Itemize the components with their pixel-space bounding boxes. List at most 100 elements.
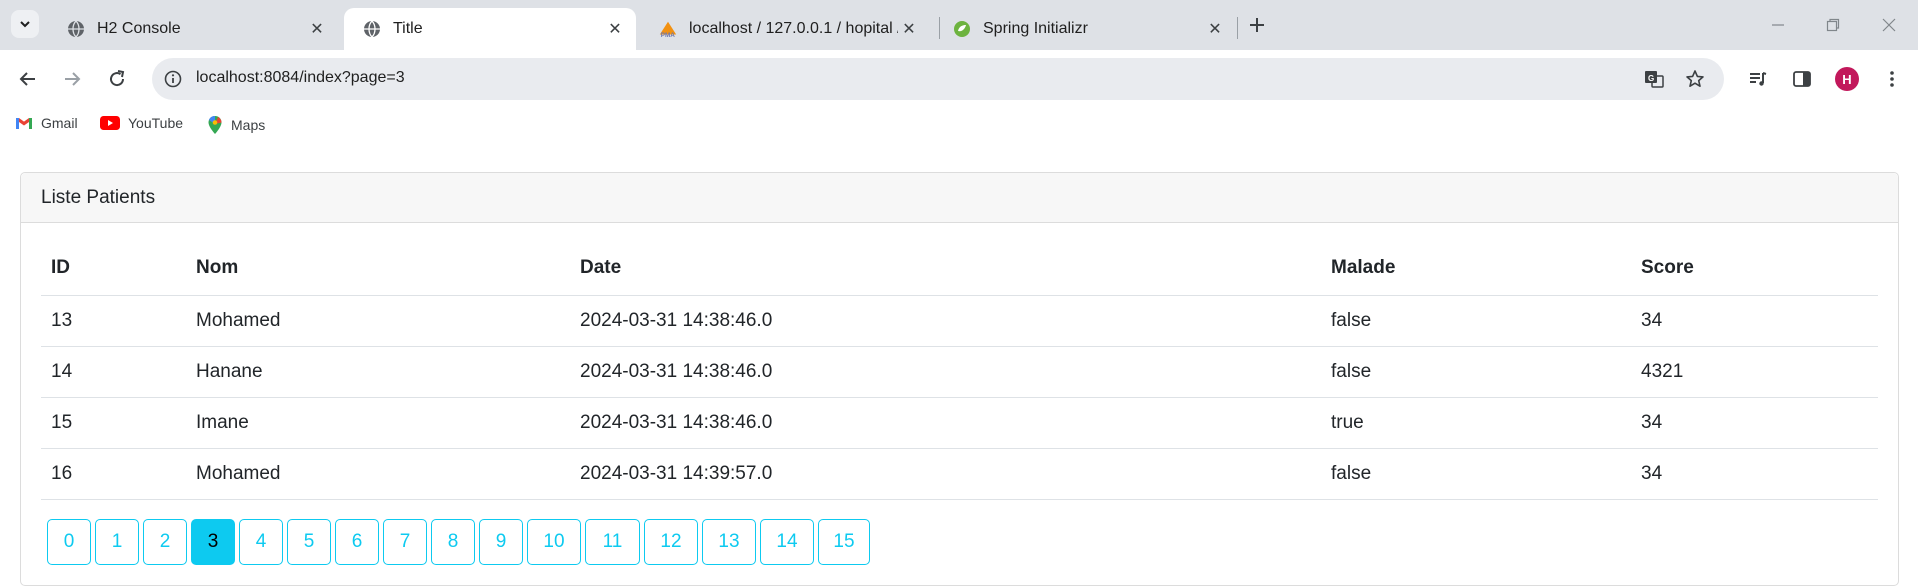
tab-label: localhost / 127.0.0.1 / hopital / ¡ (689, 20, 898, 37)
page-link-11[interactable]: 11 (585, 519, 640, 565)
media-queue-icon (1750, 72, 1767, 86)
bookmark-label: Gmail (41, 115, 78, 131)
close-icon (1882, 18, 1896, 32)
cell-score: 4321 (1631, 346, 1878, 398)
cell-date: 2024-03-31 14:39:57.0 (570, 448, 1321, 500)
restore-button[interactable] (1820, 12, 1846, 38)
cell-id: 16 (41, 448, 186, 500)
arrow-right-icon (65, 72, 81, 86)
column-header-id: ID (41, 241, 186, 296)
youtube-icon (100, 116, 120, 130)
cell-date: 2024-03-31 14:38:46.0 (570, 397, 1321, 449)
tab-separator (1237, 17, 1238, 39)
page-link-6[interactable]: 6 (335, 519, 379, 565)
table-row: 13 Mohamed 2024-03-31 14:38:46.0 false 3… (41, 295, 1878, 347)
cell-date: 2024-03-31 14:38:46.0 (570, 346, 1321, 398)
cell-id: 13 (41, 295, 186, 347)
page-link-15[interactable]: 15 (818, 519, 870, 565)
bookmark-star-icon[interactable] (1683, 67, 1707, 91)
profile-button[interactable]: H (1833, 65, 1861, 93)
bookmarks-bar: Gmail YouTube Maps (0, 108, 1918, 142)
table-row: 16 Mohamed 2024-03-31 14:39:57.0 false 3… (41, 448, 1878, 500)
cell-nom: Hanane (186, 346, 570, 398)
bookmark-youtube[interactable]: YouTube (100, 115, 183, 131)
back-button[interactable] (14, 65, 42, 93)
browser-menu-button[interactable] (1878, 65, 1906, 93)
page-link-4[interactable]: 4 (239, 519, 283, 565)
table-row: 14 Hanane 2024-03-31 14:38:46.0 false 43… (41, 346, 1878, 398)
page-link-9[interactable]: 9 (479, 519, 523, 565)
close-icon[interactable]: ✕ (898, 18, 920, 40)
column-header-nom: Nom (186, 241, 570, 296)
close-icon[interactable]: ✕ (1204, 18, 1226, 40)
restore-icon (1826, 18, 1840, 32)
cell-malade: false (1321, 448, 1631, 500)
page-link-7[interactable]: 7 (383, 519, 427, 565)
table-row: 15 Imane 2024-03-31 14:38:46.0 true 34 (41, 397, 1878, 449)
reload-icon (110, 70, 125, 87)
plus-icon (1250, 18, 1264, 32)
phpmyadmin-icon: PMA (658, 19, 678, 39)
avatar: H (1835, 67, 1859, 91)
page-link-13[interactable]: 13 (702, 519, 756, 565)
page-link-12[interactable]: 12 (644, 519, 698, 565)
globe-icon (362, 19, 382, 39)
forward-button[interactable] (58, 65, 86, 93)
bookmark-maps[interactable]: Maps (207, 115, 265, 135)
tab-label: Spring Initializr (983, 20, 1088, 37)
bookmark-label: YouTube (128, 115, 184, 131)
page-link-2[interactable]: 2 (143, 519, 187, 565)
globe-icon (66, 19, 86, 39)
new-tab-button[interactable] (1244, 12, 1270, 38)
table-header-row: ID Nom Date Malade Score (41, 241, 1878, 296)
address-url[interactable]: localhost:8084/index?page=3 (196, 69, 405, 87)
page-link-3[interactable]: 3 (191, 519, 235, 565)
bookmark-gmail[interactable]: Gmail (15, 115, 78, 131)
tab-title[interactable]: Title ✕ (344, 8, 636, 50)
column-header-score: Score (1631, 241, 1878, 296)
column-header-malade: Malade (1321, 241, 1631, 296)
minimize-button[interactable] (1765, 12, 1791, 38)
tab-phpmyadmin[interactable]: PMA localhost / 127.0.0.1 / hopital / ¡ … (640, 8, 930, 50)
page-link-5[interactable]: 5 (287, 519, 331, 565)
tab-search-button[interactable] (11, 10, 39, 38)
patients-card: Liste Patients ID Nom Date Malade Score … (20, 172, 1899, 586)
cell-score: 34 (1631, 295, 1878, 347)
tab-h2-console[interactable]: H2 Console ✕ (48, 8, 338, 50)
cell-score: 34 (1631, 397, 1878, 449)
tab-spring-initializr[interactable]: Spring Initializr ✕ (934, 8, 1236, 50)
page-link-8[interactable]: 8 (431, 519, 475, 565)
svg-text:PMA: PMA (661, 32, 676, 39)
reload-button[interactable] (103, 65, 131, 93)
cell-date: 2024-03-31 14:38:46.0 (570, 295, 1321, 347)
maps-icon (207, 115, 223, 135)
media-control-button[interactable] (1744, 65, 1772, 93)
cell-nom: Mohamed (186, 295, 570, 347)
translate-icon[interactable]: G (1642, 67, 1666, 91)
cell-nom: Mohamed (186, 448, 570, 500)
page-link-10[interactable]: 10 (527, 519, 581, 565)
cell-malade: false (1321, 295, 1631, 347)
site-info-icon[interactable] (162, 68, 184, 90)
cell-malade: true (1321, 397, 1631, 449)
spring-icon (952, 19, 972, 39)
close-icon[interactable]: ✕ (306, 18, 328, 40)
cell-id: 14 (41, 346, 186, 398)
page-link-0[interactable]: 0 (47, 519, 91, 565)
close-icon[interactable]: ✕ (604, 18, 626, 40)
svg-text:G: G (1648, 74, 1654, 83)
tab-separator (939, 17, 940, 39)
more-vertical-icon (1890, 71, 1894, 87)
page-link-1[interactable]: 1 (95, 519, 139, 565)
minimize-icon (1772, 24, 1784, 26)
page-link-14[interactable]: 14 (760, 519, 814, 565)
card-header: Liste Patients (21, 173, 1898, 223)
tab-strip: H2 Console ✕ Title ✕ PMA localhost / 127… (0, 0, 1918, 50)
address-bar[interactable]: localhost:8084/index?page=3 G (152, 58, 1724, 100)
side-panel-button[interactable] (1788, 65, 1816, 93)
gmail-icon (15, 116, 33, 130)
tab-label: Title (393, 20, 423, 37)
bookmark-label: Maps (231, 117, 266, 133)
close-window-button[interactable] (1876, 12, 1902, 38)
cell-score: 34 (1631, 448, 1878, 500)
